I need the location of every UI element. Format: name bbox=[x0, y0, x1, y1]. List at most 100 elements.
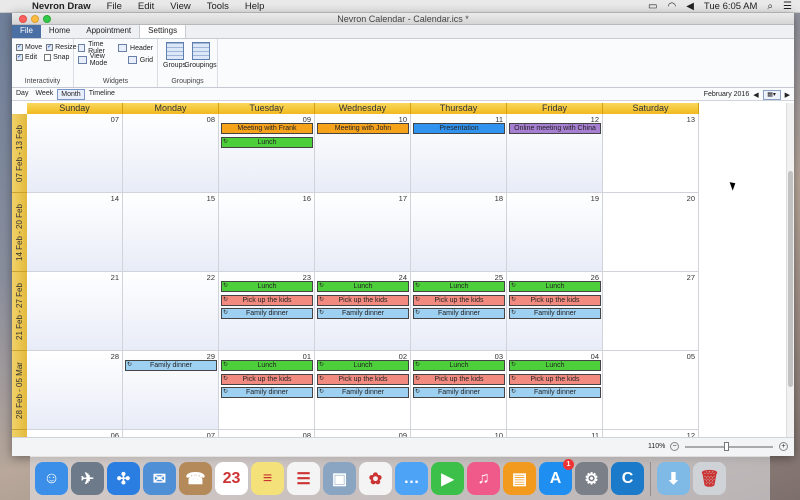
appointment[interactable]: ↻ Family dinner bbox=[317, 387, 409, 398]
notification-center-icon[interactable]: ☰ bbox=[783, 1, 792, 12]
appointment[interactable]: ↻ Pick up the kids bbox=[317, 294, 409, 306]
itunes-icon[interactable]: ♫ bbox=[467, 462, 500, 495]
day-cell[interactable]: 18 bbox=[411, 193, 507, 272]
notes-icon[interactable]: ≡ bbox=[251, 462, 284, 495]
day-cell[interactable]: 16 bbox=[219, 193, 315, 272]
tab-settings[interactable]: Settings bbox=[139, 23, 187, 38]
tab-file[interactable]: File bbox=[12, 24, 41, 38]
appointment[interactable]: ↻ Pick up the kids bbox=[509, 294, 601, 306]
scrollbar-thumb[interactable] bbox=[788, 171, 793, 387]
preview-icon[interactable]: ▣ bbox=[323, 462, 356, 495]
title-bar[interactable]: Nevron Calendar - Calendar.ics * bbox=[12, 13, 794, 25]
menu-tools[interactable]: Tools bbox=[199, 1, 237, 12]
airplay-icon[interactable]: ▭ bbox=[648, 1, 657, 12]
day-cell[interactable]: 27 bbox=[603, 272, 699, 351]
day-cell[interactable]: 10 bbox=[411, 430, 507, 437]
day-cell[interactable]: 20 bbox=[603, 193, 699, 272]
view-week-button[interactable]: Week bbox=[32, 89, 56, 100]
previous-arrow-icon[interactable]: ◀ bbox=[753, 91, 758, 99]
day-cell[interactable]: 07 bbox=[27, 114, 123, 193]
appointment[interactable]: ↻ Pick up the kids bbox=[413, 294, 505, 306]
calendar-icon[interactable]: 23 bbox=[215, 462, 248, 495]
menu-edit[interactable]: Edit bbox=[130, 1, 162, 12]
day-cell[interactable]: 06 bbox=[27, 430, 123, 437]
appointment[interactable]: ↻ Family dinner bbox=[509, 387, 601, 398]
appointment[interactable]: ↻ Family dinner bbox=[317, 308, 409, 319]
menu-app-name[interactable]: Nevron Draw bbox=[24, 1, 99, 12]
menu-help[interactable]: Help bbox=[237, 1, 273, 12]
header-button[interactable]: Header bbox=[118, 42, 153, 54]
tab-home[interactable]: Home bbox=[41, 24, 78, 38]
day-cell[interactable]: 13 bbox=[603, 114, 699, 193]
nevron-icon[interactable]: C bbox=[611, 462, 644, 495]
contacts-icon[interactable]: ☎ bbox=[179, 462, 212, 495]
view-day-button[interactable]: Day bbox=[13, 89, 31, 100]
appointment[interactable]: ↻ Lunch bbox=[221, 281, 313, 292]
menu-clock[interactable]: Tue 6:05 AM bbox=[704, 1, 758, 12]
groupings-button[interactable]: Groupings bbox=[184, 42, 217, 69]
appointment[interactable]: ↻ Pick up the kids bbox=[317, 373, 409, 385]
appointment[interactable]: ↻ Family dinner bbox=[221, 308, 313, 319]
edit-checkbox[interactable]: ✓ Edit bbox=[16, 52, 37, 62]
appointment[interactable]: ↻ Pick up the kids bbox=[413, 373, 505, 385]
app-store-icon[interactable]: A1 bbox=[539, 459, 574, 495]
vertical-scrollbar[interactable] bbox=[786, 103, 794, 437]
resize-checkbox[interactable]: ✓ Resize bbox=[46, 42, 77, 52]
appointment[interactable]: ↻ Lunch bbox=[317, 281, 409, 292]
day-cell[interactable]: 28 bbox=[27, 351, 123, 430]
day-cell[interactable]: 19 bbox=[507, 193, 603, 272]
mail-icon[interactable]: ✉ bbox=[143, 462, 176, 495]
next-arrow-icon[interactable]: ▶ bbox=[785, 91, 790, 99]
zoom-slider-thumb[interactable] bbox=[724, 442, 730, 451]
appointment[interactable]: Meeting with John bbox=[317, 123, 409, 134]
appointment[interactable]: ↻ Pick up the kids bbox=[509, 373, 601, 385]
appointment[interactable]: ↻ Lunch bbox=[413, 281, 505, 292]
reminders-icon[interactable]: ☰ bbox=[287, 462, 320, 495]
ibooks-icon[interactable]: ▤ bbox=[503, 462, 536, 495]
appointment[interactable]: Online meeting with China bbox=[509, 123, 601, 134]
appointment[interactable]: ↻ Lunch bbox=[221, 136, 313, 148]
month-calendar-grid[interactable]: Sunday Monday Tuesday Wednesday Thursday Frid… bbox=[12, 103, 787, 437]
system-preferences-icon[interactable]: ⚙ bbox=[575, 462, 608, 495]
appointment[interactable]: ↻ Pick up the kids bbox=[221, 373, 313, 385]
view-mode-button[interactable]: View Mode bbox=[78, 53, 123, 67]
trash-icon[interactable]: 🗑 bbox=[693, 462, 726, 495]
appointment[interactable]: ↻ Family dinner bbox=[125, 360, 217, 371]
appointment[interactable]: ↻ Lunch bbox=[509, 360, 601, 371]
day-cell[interactable]: 12 bbox=[603, 430, 699, 437]
date-picker-icon[interactable]: ▦▾ bbox=[762, 89, 781, 100]
appointment[interactable]: ↻ Family dinner bbox=[509, 308, 601, 319]
finder-icon[interactable]: ☺ bbox=[35, 462, 68, 495]
day-cell[interactable]: 14 bbox=[27, 193, 123, 272]
day-cell[interactable]: 08 bbox=[219, 430, 315, 437]
day-cell[interactable]: 07 bbox=[123, 430, 219, 437]
tab-appointment[interactable]: Appointment bbox=[78, 24, 139, 38]
appointment[interactable]: ↻ Lunch bbox=[509, 281, 601, 292]
day-cell[interactable]: 21 bbox=[27, 272, 123, 351]
appointment[interactable]: ↻ Lunch bbox=[221, 360, 313, 371]
day-cell[interactable]: 08 bbox=[123, 114, 219, 193]
day-cell[interactable]: 05 bbox=[603, 351, 699, 430]
zoom-in-button[interactable]: + bbox=[779, 442, 788, 451]
safari-icon[interactable]: ✣ bbox=[107, 462, 140, 495]
facetime-icon[interactable]: ▶ bbox=[431, 462, 464, 495]
snap-checkbox[interactable]: Snap bbox=[44, 52, 69, 62]
day-cell[interactable]: 22 bbox=[123, 272, 219, 351]
view-month-button[interactable]: Month bbox=[57, 88, 85, 100]
day-cell[interactable]: 09 bbox=[315, 430, 411, 437]
day-cell[interactable]: 17 bbox=[315, 193, 411, 272]
messages-icon[interactable]: … bbox=[395, 462, 428, 495]
launchpad-icon[interactable]: ✈ bbox=[71, 462, 104, 495]
spotlight-icon[interactable]: ⌕ bbox=[767, 1, 773, 12]
grid-button[interactable]: Grid bbox=[127, 54, 153, 66]
view-timeline-button[interactable]: Timeline bbox=[86, 89, 118, 100]
move-checkbox[interactable]: ✓ Move bbox=[16, 42, 42, 52]
photos-icon[interactable]: ✿ bbox=[359, 462, 392, 495]
appointment[interactable]: ↻ Lunch bbox=[413, 360, 505, 371]
appointment[interactable]: ↻ Family dinner bbox=[413, 387, 505, 398]
menu-view[interactable]: View bbox=[162, 1, 198, 12]
day-cell[interactable]: 11 bbox=[507, 430, 603, 437]
appointment[interactable]: ↻ Family dinner bbox=[413, 308, 505, 319]
downloads-folder-icon[interactable]: ⬇ bbox=[657, 462, 690, 495]
day-cell[interactable]: 15 bbox=[123, 193, 219, 272]
